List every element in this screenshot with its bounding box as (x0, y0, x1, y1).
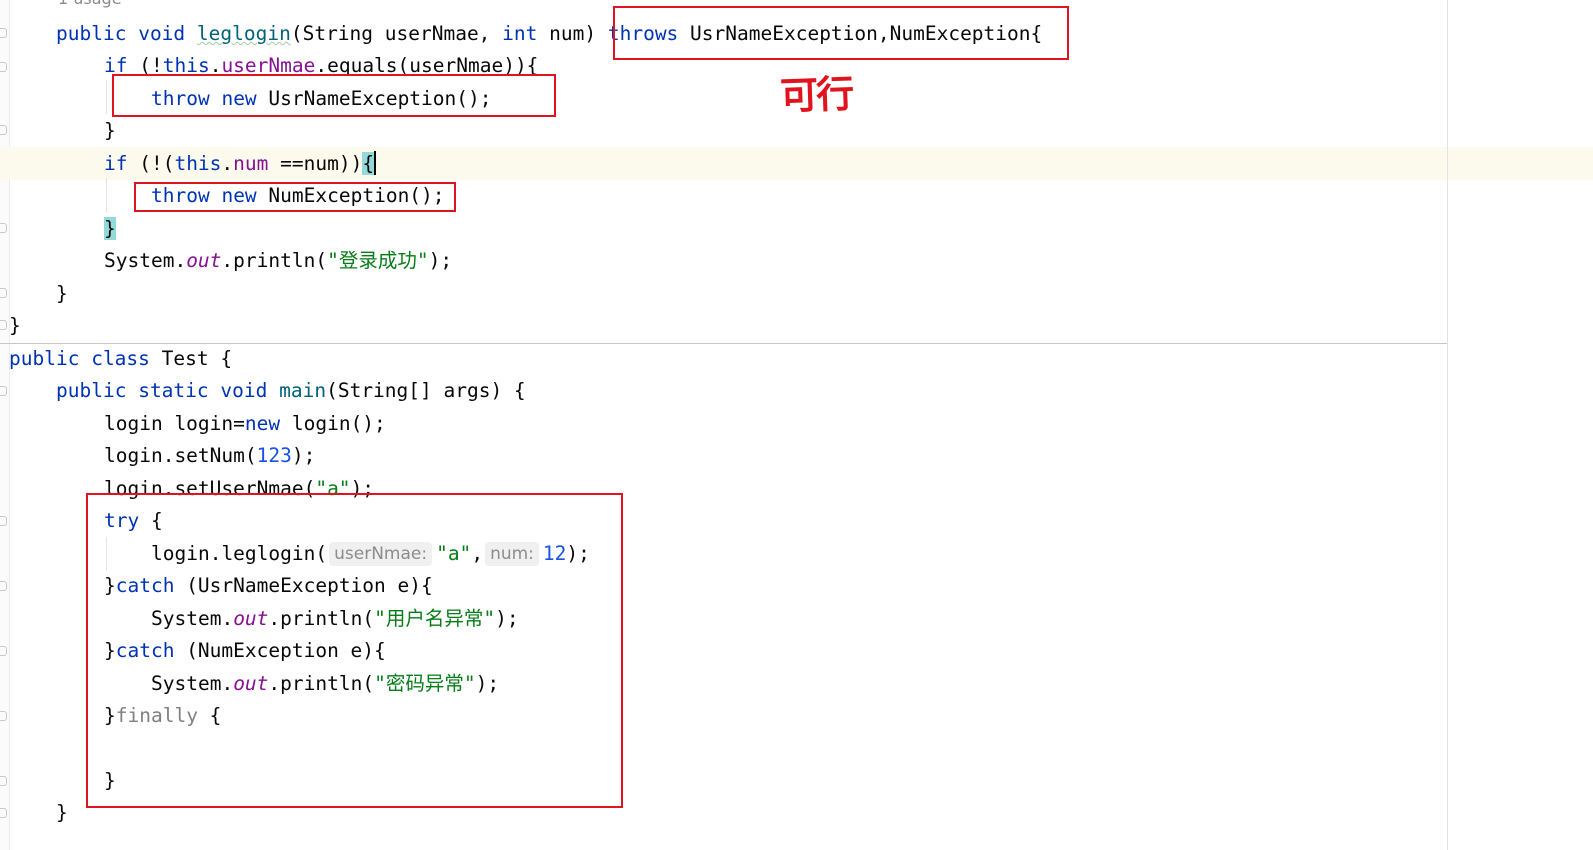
fold-marker[interactable] (0, 320, 7, 330)
indent-guide (106, 178, 107, 212)
fold-marker[interactable] (0, 776, 7, 786)
token-keyword: new (244, 412, 281, 435)
code-line[interactable]: System.out.println("登录成功"); (104, 244, 452, 277)
token-keyword: public (9, 347, 80, 370)
token-text: ==num)) (268, 152, 363, 175)
code-line[interactable]: } (104, 212, 116, 245)
token-method-name: main (279, 379, 327, 402)
fold-marker[interactable] (0, 711, 7, 721)
usage-hint[interactable]: 1 usage (58, 0, 122, 11)
token-keyword: public (56, 379, 127, 402)
fold-marker[interactable] (0, 223, 7, 233)
indent-guide (106, 80, 107, 114)
fold-marker[interactable] (0, 581, 7, 591)
annotation-box-throws (613, 6, 1069, 60)
token-text: .println( (221, 249, 328, 272)
token-text: } (104, 119, 116, 142)
code-line[interactable]: } (56, 277, 68, 310)
token-text: login.setNum( (104, 444, 257, 467)
fold-marker[interactable] (0, 288, 7, 298)
matched-brace: } (104, 217, 116, 240)
token-keyword: this (174, 152, 222, 175)
code-line[interactable]: public static void main(String[] args) { (56, 374, 526, 407)
annotation-box-try-catch (86, 493, 623, 808)
token-method-name: leglogin (196, 22, 291, 45)
code-line[interactable]: login login=new login(); (104, 407, 386, 440)
token-text: System. (104, 249, 187, 272)
token-text: login login= (104, 412, 245, 435)
token-text: } (56, 282, 68, 305)
token-field: num (233, 152, 269, 175)
editor-gutter[interactable] (0, 0, 10, 850)
token-keyword: if (104, 152, 128, 175)
code-line[interactable]: } (104, 114, 116, 147)
code-line[interactable]: public class Test { (9, 342, 232, 375)
token-keyword: int (502, 22, 538, 45)
matched-brace: { (362, 152, 375, 175)
token-text: (String[] args) { (326, 379, 526, 402)
code-line[interactable]: login.setNum(123); (104, 439, 315, 472)
token-keyword: void (220, 379, 268, 402)
fold-marker[interactable] (0, 646, 7, 656)
token-keyword: static (138, 379, 209, 402)
fold-marker[interactable] (0, 808, 7, 818)
annotation-box-throw-num (134, 182, 456, 212)
token-static-field: out (186, 249, 222, 272)
token-text: } (56, 801, 68, 824)
annotation-box-throw-usrname (112, 74, 556, 117)
handwritten-annotation: 可行 (779, 71, 853, 119)
token-text: (String userNmae, (290, 22, 503, 45)
token-text: Test { (149, 347, 233, 370)
fold-marker[interactable] (0, 62, 7, 72)
token-text: login(); (280, 412, 386, 435)
token-text: ); (291, 444, 316, 467)
fold-marker[interactable] (0, 125, 7, 135)
right-margin-guide (1447, 0, 1448, 850)
fold-marker[interactable] (0, 386, 7, 396)
token-keyword: public (56, 22, 127, 45)
token-keyword: class (91, 347, 150, 370)
fold-marker[interactable] (0, 516, 7, 526)
token-text: num) (537, 22, 608, 45)
code-line[interactable]: } (9, 309, 21, 342)
token-text: ); (428, 249, 453, 272)
text-caret (374, 151, 377, 175)
token-number: 123 (256, 444, 292, 467)
token-string: "登录成功" (327, 249, 429, 272)
token-text: (!( (127, 152, 175, 175)
fold-marker[interactable] (0, 28, 7, 38)
token-text: . (221, 152, 234, 175)
code-line[interactable]: } (56, 796, 68, 829)
code-line[interactable]: if (!(this.num ==num)){ (104, 147, 377, 180)
token-keyword: void (138, 22, 186, 45)
token-text: } (9, 314, 21, 337)
